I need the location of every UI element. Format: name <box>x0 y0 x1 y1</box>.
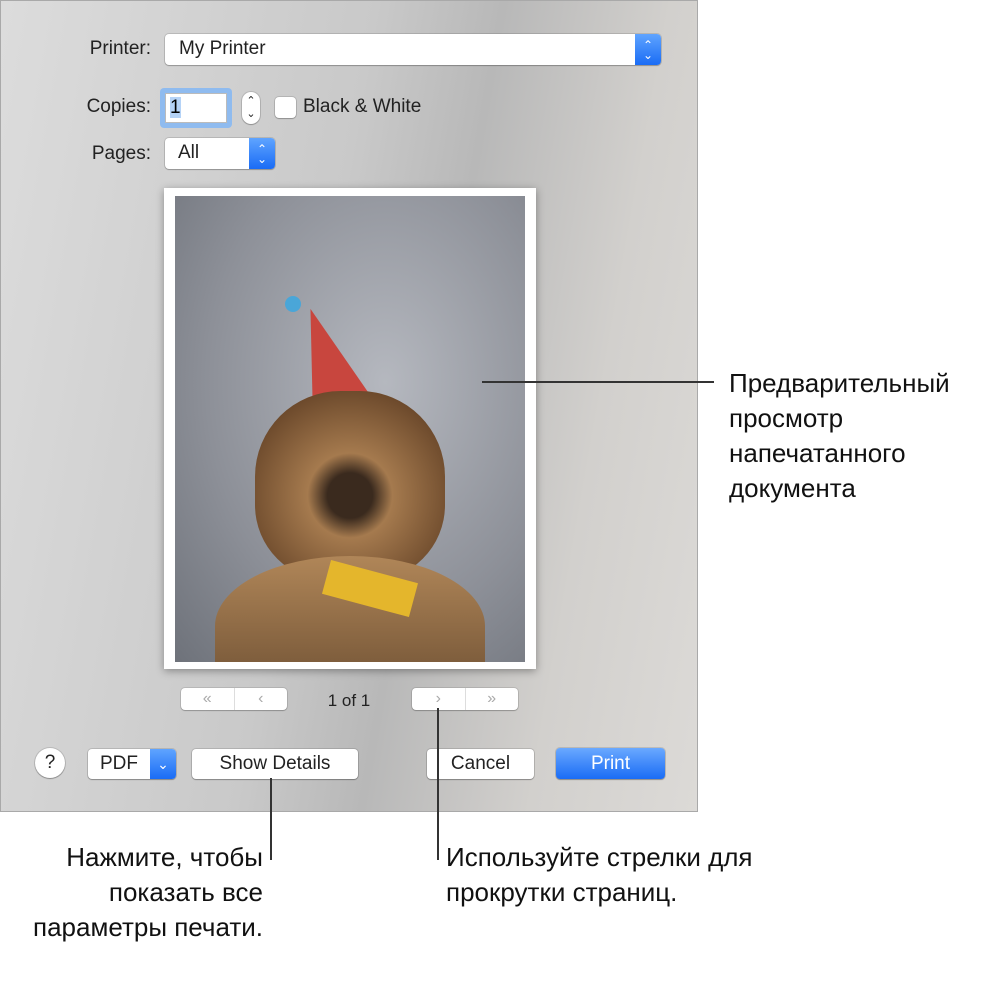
details-callout-line <box>270 778 272 860</box>
first-prev-nav[interactable]: « ‹ <box>181 688 287 710</box>
pdf-menu-button[interactable]: PDF ⌄ <box>88 749 176 779</box>
page-preview <box>164 188 536 669</box>
cancel-button[interactable]: Cancel <box>427 749 534 779</box>
arrows-callout-line <box>437 708 439 860</box>
bw-checkbox[interactable] <box>275 97 296 118</box>
print-button[interactable]: Print <box>556 748 665 779</box>
help-button[interactable]: ? <box>35 748 65 778</box>
up-down-chevron-icon: ⌃ ⌄ <box>249 138 275 169</box>
printer-select[interactable]: My Printer ⌃ ⌄ <box>165 34 661 65</box>
copies-stepper[interactable]: ⌃ ⌄ <box>242 92 260 124</box>
prev-page-button[interactable]: ‹ <box>233 688 288 710</box>
dog-head <box>255 391 445 581</box>
preview-callout-line <box>482 381 714 383</box>
preview-annotation: Предварительный просмотр напечатанного д… <box>729 368 950 503</box>
pompom <box>285 296 301 312</box>
dog-photo <box>175 196 525 662</box>
pdf-label: PDF <box>100 753 138 774</box>
bw-label: Black & White <box>303 96 422 117</box>
up-down-chevron-icon: ⌃ ⌄ <box>635 34 661 65</box>
next-last-nav[interactable]: › » <box>412 688 518 710</box>
copies-label: Copies: <box>86 96 151 117</box>
chevron-down-icon: ⌄ <box>150 749 176 779</box>
pages-select[interactable]: All ⌃ ⌄ <box>165 138 275 169</box>
page-indicator: 1 of 1 <box>327 691 371 710</box>
printer-value: My Printer <box>179 38 266 59</box>
first-page-button[interactable]: « <box>181 688 234 710</box>
next-page-button[interactable]: › <box>412 688 465 710</box>
pages-value: All <box>178 142 200 163</box>
printer-label: Printer: <box>89 38 151 59</box>
last-page-button[interactable]: » <box>464 688 519 710</box>
show-details-button[interactable]: Show Details <box>192 749 358 779</box>
copies-input[interactable]: 1 <box>165 93 227 123</box>
details-annotation: Нажмите, чтобы показать все параметры пе… <box>33 842 263 942</box>
arrows-annotation: Используйте стрелки для прокрутки страни… <box>446 842 753 907</box>
print-dialog: Printer: My Printer ⌃ ⌄ Copies: 1 ⌃ ⌄ Blac… <box>0 0 698 812</box>
pages-label: Pages: <box>91 143 151 164</box>
